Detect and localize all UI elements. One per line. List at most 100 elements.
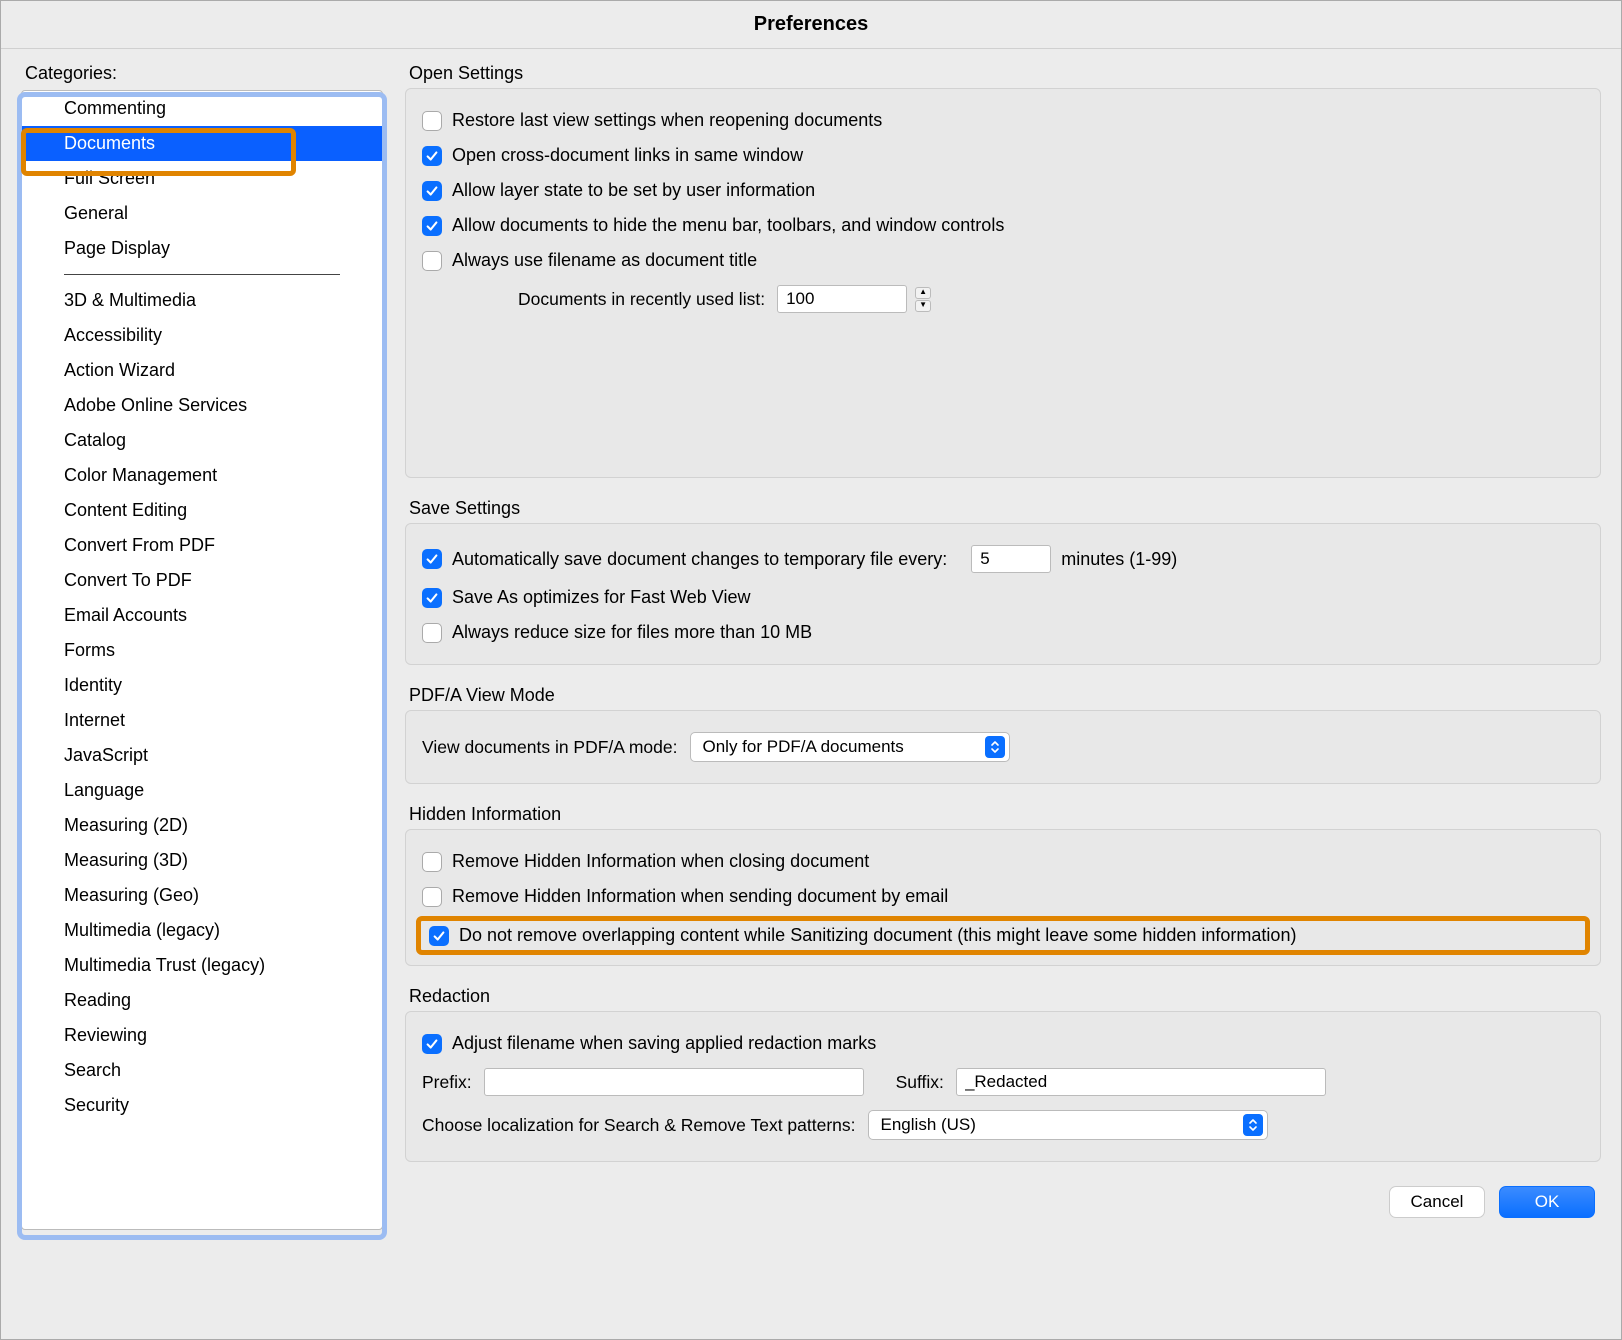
remove-email-label: Remove Hidden Information when sending d… — [452, 886, 948, 907]
restore-last-view-row[interactable]: Restore last view settings when reopenin… — [422, 103, 1584, 138]
hide-menu-row[interactable]: Allow documents to hide the menu bar, to… — [422, 208, 1584, 243]
category-item[interactable]: Internet — [22, 703, 382, 738]
reduce-size-label: Always reduce size for files more than 1… — [452, 622, 812, 643]
prefix-label: Prefix: — [422, 1072, 472, 1093]
cross-doc-links-checkbox[interactable] — [422, 146, 442, 166]
prefix-suffix-row: Prefix: Suffix: — [422, 1061, 1584, 1103]
category-item[interactable]: Forms — [22, 633, 382, 668]
autosave-minutes-input[interactable] — [971, 545, 1051, 573]
suffix-label: Suffix: — [896, 1072, 944, 1093]
categories-label: Categories: — [21, 63, 383, 84]
category-item[interactable]: Email Accounts — [22, 598, 382, 633]
category-item[interactable]: JavaScript — [22, 738, 382, 773]
remove-email-checkbox[interactable] — [422, 887, 442, 907]
category-item[interactable]: Adobe Online Services — [22, 388, 382, 423]
no-remove-overlap-label: Do not remove overlapping content while … — [459, 925, 1296, 946]
reduce-size-checkbox[interactable] — [422, 623, 442, 643]
autosave-label-pre: Automatically save document changes to t… — [452, 549, 947, 570]
remove-close-checkbox[interactable] — [422, 852, 442, 872]
category-item[interactable]: Documents — [22, 126, 382, 161]
category-item[interactable]: Content Editing — [22, 493, 382, 528]
category-item[interactable]: General — [22, 196, 382, 231]
category-item[interactable]: Search — [22, 1053, 382, 1088]
category-item[interactable]: Action Wizard — [22, 353, 382, 388]
fast-web-row[interactable]: Save As optimizes for Fast Web View — [422, 580, 1584, 615]
category-item[interactable]: Measuring (3D) — [22, 843, 382, 878]
cancel-button[interactable]: Cancel — [1389, 1186, 1485, 1218]
localization-select[interactable]: English (US) — [868, 1110, 1268, 1140]
remove-email-row[interactable]: Remove Hidden Information when sending d… — [422, 879, 1584, 914]
adjust-filename-label: Adjust filename when saving applied reda… — [452, 1033, 876, 1054]
category-item[interactable]: Full Screen — [22, 161, 382, 196]
redaction-title: Redaction — [405, 986, 1601, 1007]
use-filename-checkbox[interactable] — [422, 251, 442, 271]
category-item[interactable]: Commenting — [22, 91, 382, 126]
category-item[interactable]: Accessibility — [22, 318, 382, 353]
ok-button[interactable]: OK — [1499, 1186, 1595, 1218]
hide-menu-label: Allow documents to hide the menu bar, to… — [452, 215, 1004, 236]
category-divider — [64, 274, 340, 275]
category-item[interactable]: Multimedia (legacy) — [22, 913, 382, 948]
sidebar: Categories: CommentingDocumentsFull Scre… — [21, 63, 383, 1230]
prefix-input[interactable] — [484, 1068, 864, 1096]
restore-last-view-label: Restore last view settings when reopenin… — [452, 110, 882, 131]
pdfa-section: View documents in PDF/A mode: Only for P… — [405, 710, 1601, 784]
open-settings-title: Open Settings — [405, 63, 1601, 84]
recent-docs-label: Documents in recently used list: — [518, 289, 765, 310]
restore-last-view-checkbox[interactable] — [422, 111, 442, 131]
category-item[interactable]: Color Management — [22, 458, 382, 493]
save-settings-title: Save Settings — [405, 498, 1601, 519]
category-item[interactable]: Page Display — [22, 231, 382, 266]
hide-menu-checkbox[interactable] — [422, 216, 442, 236]
select-arrows-icon — [1243, 1114, 1263, 1136]
stepper-up-icon[interactable]: ▲ — [915, 287, 931, 299]
adjust-filename-row[interactable]: Adjust filename when saving applied reda… — [422, 1026, 1584, 1061]
autosave-row[interactable]: Automatically save document changes to t… — [422, 538, 1584, 580]
category-item[interactable]: Identity — [22, 668, 382, 703]
adjust-filename-checkbox[interactable] — [422, 1034, 442, 1054]
category-item[interactable]: Convert To PDF — [22, 563, 382, 598]
categories-list[interactable]: CommentingDocumentsFull ScreenGeneralPag… — [21, 90, 383, 1230]
dialog-buttons: Cancel OK — [405, 1186, 1595, 1218]
remove-close-row[interactable]: Remove Hidden Information when closing d… — [422, 844, 1584, 879]
use-filename-row[interactable]: Always use filename as document title — [422, 243, 1584, 278]
category-item[interactable]: Language — [22, 773, 382, 808]
open-settings-section: Restore last view settings when reopenin… — [405, 88, 1601, 478]
recent-docs-stepper[interactable]: ▲ ▼ — [915, 285, 931, 313]
category-item[interactable]: Reviewing — [22, 1018, 382, 1053]
no-remove-overlap-row[interactable]: Do not remove overlapping content while … — [416, 916, 1590, 955]
category-item[interactable]: Security — [22, 1088, 382, 1123]
category-item[interactable]: Multimedia Trust (legacy) — [22, 948, 382, 983]
pdfa-mode-select[interactable]: Only for PDF/A documents — [690, 732, 1010, 762]
suffix-input[interactable] — [956, 1068, 1326, 1096]
pdfa-mode-value: Only for PDF/A documents — [703, 737, 904, 757]
no-remove-overlap-checkbox[interactable] — [429, 926, 449, 946]
layer-state-label: Allow layer state to be set by user info… — [452, 180, 815, 201]
settings-panel: Open Settings Restore last view settings… — [405, 63, 1601, 1218]
hidden-info-section: Remove Hidden Information when closing d… — [405, 829, 1601, 966]
autosave-checkbox[interactable] — [422, 549, 442, 569]
cross-doc-links-row[interactable]: Open cross-document links in same window — [422, 138, 1584, 173]
stepper-down-icon[interactable]: ▼ — [915, 300, 931, 312]
reduce-size-row[interactable]: Always reduce size for files more than 1… — [422, 615, 1584, 650]
fast-web-label: Save As optimizes for Fast Web View — [452, 587, 750, 608]
category-item[interactable]: Convert From PDF — [22, 528, 382, 563]
autosave-label-post: minutes (1-99) — [1061, 549, 1177, 570]
pdfa-mode-row: View documents in PDF/A mode: Only for P… — [422, 725, 1584, 769]
fast-web-checkbox[interactable] — [422, 588, 442, 608]
localization-label: Choose localization for Search & Remove … — [422, 1115, 856, 1136]
remove-close-label: Remove Hidden Information when closing d… — [452, 851, 869, 872]
save-settings-section: Automatically save document changes to t… — [405, 523, 1601, 665]
recent-docs-input[interactable] — [777, 285, 907, 313]
window-title: Preferences — [1, 1, 1621, 49]
category-item[interactable]: Reading — [22, 983, 382, 1018]
category-item[interactable]: Measuring (Geo) — [22, 878, 382, 913]
localization-row: Choose localization for Search & Remove … — [422, 1103, 1584, 1147]
category-item[interactable]: Catalog — [22, 423, 382, 458]
layer-state-row[interactable]: Allow layer state to be set by user info… — [422, 173, 1584, 208]
localization-value: English (US) — [881, 1115, 976, 1135]
layer-state-checkbox[interactable] — [422, 181, 442, 201]
pdfa-title: PDF/A View Mode — [405, 685, 1601, 706]
category-item[interactable]: Measuring (2D) — [22, 808, 382, 843]
category-item[interactable]: 3D & Multimedia — [22, 283, 382, 318]
